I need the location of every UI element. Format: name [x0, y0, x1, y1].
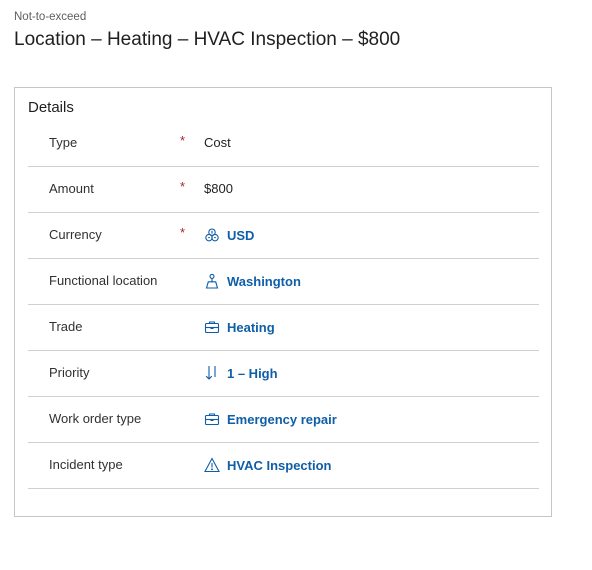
page-title: Location – Heating – HVAC Inspection – $…: [14, 29, 401, 50]
field-value-text: Heating: [227, 319, 275, 335]
details-row-priority: Priority 1 – High: [28, 351, 539, 397]
priority-arrows-icon: [204, 365, 220, 381]
field-value-link[interactable]: 1 – High: [204, 365, 278, 381]
briefcase-icon: [204, 411, 220, 427]
warning-icon: [204, 457, 220, 473]
field-label: Type: [49, 135, 78, 150]
field-value-link[interactable]: HVAC Inspection: [204, 457, 332, 473]
location-icon: [204, 273, 220, 289]
briefcase-icon: [204, 319, 220, 335]
field-label: Currency: [49, 227, 102, 242]
field-label: Incident type: [49, 457, 123, 472]
field-value-text: 1 – High: [227, 365, 278, 381]
details-row-incident-type: Incident type HVAC Inspection: [28, 443, 539, 489]
field-value: Cost: [204, 135, 231, 150]
field-label: Amount: [49, 181, 94, 196]
details-row-functional-location: Functional location Washington: [28, 259, 539, 305]
required-marker: *: [180, 225, 186, 240]
field-value-link[interactable]: Washington: [204, 273, 301, 289]
page-subtitle: Not-to-exceed: [14, 11, 87, 23]
details-row-amount: Amount * $800: [28, 167, 539, 213]
details-row-currency: Currency * USD: [28, 213, 539, 259]
field-label: Work order type: [49, 411, 142, 426]
field-value-text: USD: [227, 227, 255, 243]
field-value-text: Washington: [227, 273, 301, 289]
details-heading: Details: [28, 99, 74, 116]
field-value-link[interactable]: Emergency repair: [204, 411, 337, 427]
field-value-text: Emergency repair: [227, 411, 337, 427]
details-row-work-order-type: Work order type Emergency repair: [28, 397, 539, 443]
field-value: $800: [204, 181, 233, 196]
details-row-type: Type * Cost: [28, 121, 539, 167]
details-row-trade: Trade Heating: [28, 305, 539, 351]
required-marker: *: [180, 133, 186, 148]
field-label: Priority: [49, 365, 90, 380]
currency-icon: [204, 227, 220, 243]
required-marker: *: [180, 179, 186, 194]
field-value-link[interactable]: USD: [204, 227, 254, 243]
field-value-text: Cost: [204, 135, 231, 150]
details-rows: Type * Cost Amount * $800 Currency * USD Function…: [28, 121, 539, 489]
details-card: Details Type * Cost Amount * $800 Currency * USD…: [14, 87, 552, 517]
field-value-text: $800: [204, 181, 233, 196]
field-label: Functional location: [49, 273, 158, 288]
field-value-link[interactable]: Heating: [204, 319, 275, 335]
field-value-text: HVAC Inspection: [227, 457, 332, 473]
field-label: Trade: [49, 319, 83, 334]
